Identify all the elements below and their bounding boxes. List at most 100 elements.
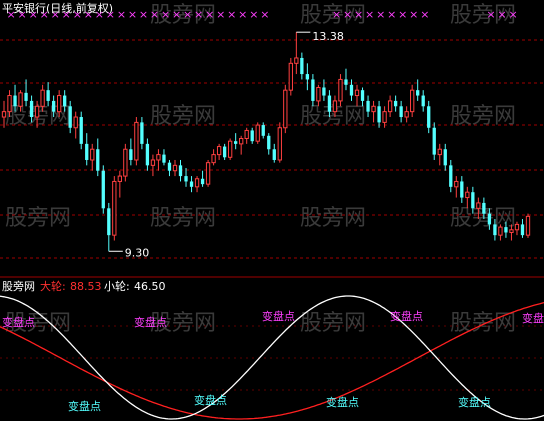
candle-body — [24, 92, 28, 101]
candle-body — [172, 164, 178, 172]
candle-body — [327, 95, 332, 112]
candle-body — [261, 125, 265, 136]
candle-body — [476, 202, 481, 209]
candle-body — [150, 159, 156, 166]
candle-body — [46, 90, 50, 101]
candle-body — [454, 180, 459, 188]
candle-body — [234, 141, 238, 144]
candle-body — [205, 162, 211, 185]
candle-body — [410, 89, 415, 113]
turn-point-label: 变盘点 — [390, 309, 423, 323]
candle-body — [123, 148, 128, 177]
candle-body — [40, 89, 45, 107]
candle-body — [167, 162, 172, 171]
candle-body — [277, 127, 282, 161]
signal-marker: × — [183, 8, 192, 21]
indicator-1-value: 88.53 — [70, 280, 102, 293]
candle-body — [162, 154, 166, 163]
candle-body — [482, 202, 486, 214]
candle-body — [371, 105, 376, 113]
candle-body — [399, 106, 403, 118]
signal-marker: × — [128, 8, 137, 21]
candle-body — [134, 121, 139, 161]
candle-body — [366, 100, 370, 112]
candle-body — [294, 57, 299, 64]
candle-body — [421, 95, 425, 107]
signal-marker: × — [420, 8, 429, 21]
candle-body — [432, 127, 436, 155]
candle-body — [51, 100, 56, 112]
candle-body — [101, 170, 105, 209]
candle-body — [437, 148, 442, 156]
chart-canvas: 股旁网 股旁网 股旁网股旁网 股旁网 股旁网股旁网 股旁网 股旁网 股旁网股旁网 股旁网 股旁网股… — [0, 0, 544, 421]
signal-marker: × — [161, 8, 170, 21]
signal-marker: × — [354, 8, 363, 21]
candle-body — [393, 100, 398, 107]
candle-body — [460, 181, 464, 198]
candle-body — [382, 111, 387, 123]
candle-body — [520, 224, 525, 236]
candle-body — [178, 165, 183, 177]
signal-marker: × — [365, 8, 374, 21]
candle-body — [216, 146, 222, 156]
signal-marker: × — [486, 8, 495, 21]
signal-marker: × — [398, 8, 407, 21]
signal-marker: × — [194, 8, 203, 21]
signal-marker: × — [409, 8, 418, 21]
candle-body — [129, 149, 133, 160]
candle-body — [332, 100, 338, 113]
signal-marker: × — [139, 8, 148, 21]
candle-body — [316, 86, 321, 102]
candle-body — [194, 178, 200, 188]
turn-point-label: 变盘点 — [68, 399, 101, 413]
candle-body — [90, 148, 95, 161]
candle-body — [360, 90, 365, 101]
candle-body — [349, 84, 354, 96]
candle-body — [272, 149, 276, 160]
candle-body — [34, 105, 40, 118]
candle-body — [255, 124, 260, 142]
candle-body — [338, 78, 343, 102]
turn-point-label: 变盘点 — [262, 309, 295, 323]
indicator-2-value: 46.50 — [134, 280, 166, 293]
turn-point-label: 变盘点 — [194, 393, 227, 407]
candle-body — [18, 92, 23, 107]
candle-body — [107, 208, 111, 236]
candle-body — [68, 106, 72, 128]
candle-body — [427, 106, 431, 128]
candle-body — [189, 181, 194, 187]
candle-body — [156, 154, 161, 161]
candle-body — [239, 138, 244, 145]
candle-body — [300, 57, 304, 75]
candle-body — [145, 143, 150, 166]
candle-body — [525, 215, 531, 236]
stock-title: 平安银行(日线,前复权) — [2, 1, 113, 15]
signal-marker: × — [249, 8, 258, 21]
signal-marker: × — [508, 8, 517, 21]
candle-body — [85, 143, 89, 160]
candle-body — [96, 149, 100, 171]
watermark-text: 股旁网 — [300, 206, 366, 231]
watermark-text: 股旁网 — [5, 206, 71, 231]
indicator-2-name: 小轮: — [104, 279, 130, 293]
site-label: 股旁网 — [2, 279, 35, 293]
candle-body — [443, 149, 447, 166]
candle-body — [117, 175, 122, 182]
candle-body — [79, 117, 83, 144]
watermark-text: 股旁网 — [300, 311, 366, 336]
candle-body — [416, 90, 420, 96]
signal-marker: × — [376, 8, 385, 21]
turn-point-label: 变盘点 — [326, 395, 359, 409]
candle-body — [387, 100, 393, 113]
signal-marker: × — [343, 8, 352, 21]
candle-body — [63, 95, 67, 107]
signal-marker: × — [205, 8, 214, 21]
candle-body — [112, 180, 117, 236]
candle-body — [465, 191, 470, 199]
signal-marker: × — [227, 8, 236, 21]
indicator-1-name: 大轮: — [40, 279, 66, 293]
candle-body — [404, 111, 409, 118]
high-label: 13.38 — [312, 30, 344, 43]
signal-marker: × — [172, 8, 181, 21]
signal-marker: × — [387, 8, 396, 21]
